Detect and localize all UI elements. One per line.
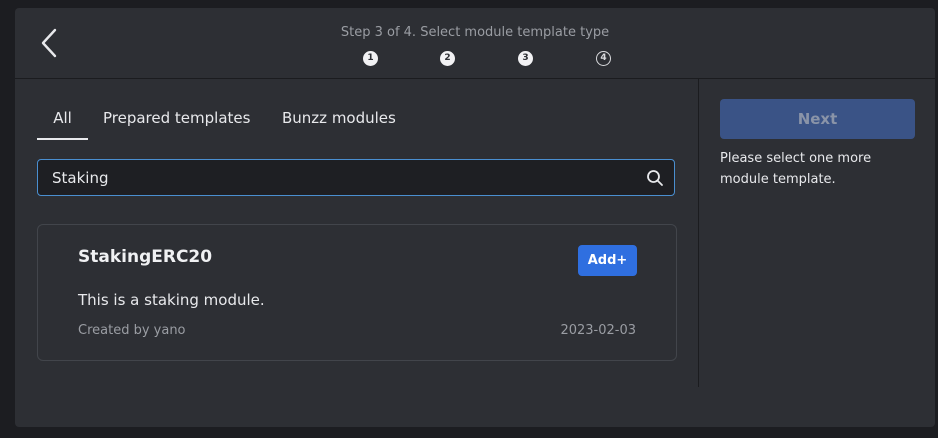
step-2-indicator: 2 — [440, 51, 455, 66]
tab-prepared-templates[interactable]: Prepared templates — [103, 100, 250, 140]
template-author: Created by yano — [78, 323, 186, 338]
template-title: StakingERC20 — [78, 247, 213, 267]
add-template-button[interactable]: Add+ — [578, 245, 637, 276]
step-4-indicator: 4 — [596, 51, 611, 66]
tab-bunzz-modules[interactable]: Bunzz modules — [282, 100, 396, 140]
search-box — [37, 159, 675, 196]
template-date: 2023-02-03 — [560, 323, 636, 338]
tab-all[interactable]: All — [37, 100, 88, 140]
search-icon[interactable] — [646, 169, 664, 187]
step-3-indicator: 3 — [518, 51, 533, 66]
wizard-header: Step 3 of 4. Select module template type… — [15, 8, 935, 79]
selection-hint: Please select one more module template. — [720, 151, 872, 187]
step-title: Step 3 of 4. Select module template type — [340, 25, 610, 40]
search-input[interactable] — [52, 160, 632, 195]
template-card: StakingERC20 Add+ This is a staking modu… — [37, 224, 677, 361]
module-template-modal: Step 3 of 4. Select module template type… — [15, 8, 935, 427]
step-1-indicator: 1 — [363, 51, 378, 66]
template-description: This is a staking module. — [78, 291, 265, 309]
step-indicator: 1 2 3 4 — [15, 51, 935, 69]
panel-divider — [698, 79, 699, 387]
next-button[interactable]: Next — [720, 99, 915, 139]
